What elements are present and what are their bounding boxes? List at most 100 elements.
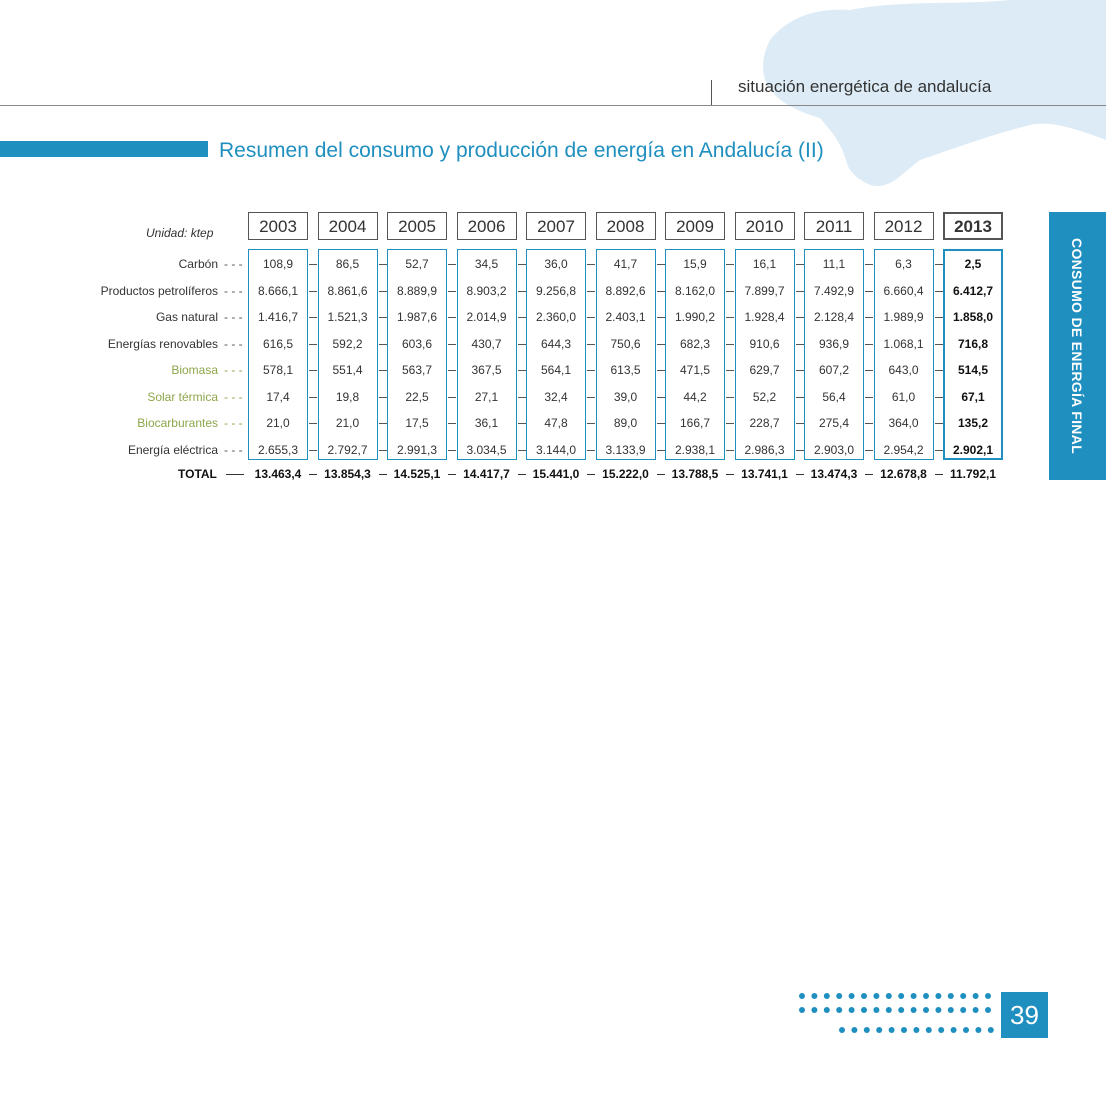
table-cell: 36,1 [474,416,499,430]
dot [851,1027,858,1033]
title-accent-bar [0,141,208,157]
row-leader: - - - [224,442,243,457]
row-connector [378,264,387,265]
table-cell: 1.990,2 [674,310,716,324]
header-separator [711,80,712,106]
total-cell: 14.417,7 [463,467,510,481]
table-cell: 1.068,1 [883,336,924,351]
row-connector [448,343,456,345]
table-cell: 603,6 [401,336,433,351]
table-cell: 551,4 [332,363,363,377]
row-connector [795,264,804,265]
row-connector [587,370,595,371]
dot [913,1027,920,1033]
table-cell: 2.991,3 [396,442,438,457]
table-cell: 1.987,6 [396,310,438,324]
table-cell: 52,2 [752,389,777,404]
dot [836,993,843,999]
row-connector [726,423,734,424]
row-leader: - - - [224,389,243,404]
row-leader: - - - [224,336,243,351]
table-cell: 7.899,7 [744,283,785,298]
dot [972,993,979,999]
row-connector [448,290,456,292]
side-tab-label: CONSUMO DE ENERGÍA FINAL [1069,238,1085,454]
row-connector [587,264,595,265]
total-cell: 14.525,1 [393,467,441,481]
table-cell: 34,5 [474,257,499,271]
dot [799,993,805,999]
dot [987,1027,994,1033]
dot [811,993,818,999]
row-connector [587,396,595,398]
row-connector [795,449,804,451]
total-cell: 15.441,0 [532,467,580,481]
row-connector [865,264,873,265]
total-cell: 13.741,1 [741,467,788,481]
header-rule [0,105,1106,106]
dot [935,1007,942,1013]
table-cell: 644,3 [540,336,572,351]
table-cell: 6.660,4 [883,283,924,298]
row-connector [309,343,317,345]
dot [985,1007,991,1013]
table-cell: 613,5 [610,363,641,377]
dot [836,1007,843,1013]
page-number: 39 [1001,992,1048,1038]
table-cell: 2.792,7 [327,442,368,457]
row-connector [587,343,595,345]
table-cell: 2.902,1 [952,442,994,457]
table-cell: 578,1 [262,363,294,377]
table-cell: 19,8 [335,389,360,404]
table-cell: 471,5 [679,363,711,377]
row-connector [517,423,526,424]
row-connector [448,449,456,451]
row-connector [378,396,387,398]
total-cell: 13.788,5 [671,467,719,481]
table-cell: 8.903,2 [466,283,507,298]
table-cell: 6.412,7 [952,283,994,298]
row-connector [795,370,804,371]
row-connector [587,423,595,424]
dot [888,1027,895,1033]
dot [898,1007,905,1013]
total-cell: 13.854,3 [324,467,371,481]
row-connector [865,317,873,318]
table-cell: 9.256,8 [535,283,577,298]
row-connector [378,317,387,318]
dot [963,1027,969,1033]
row-connector [865,370,873,371]
row-leader: - - - [224,283,243,298]
dot [861,1007,867,1013]
row-connector [309,423,317,424]
table-cell: 27,1 [474,389,499,404]
total-cell: 13.474,3 [810,467,858,481]
table-cell: 2,5 [964,257,982,271]
decorative-dots [799,993,994,1033]
row-connector [656,396,665,398]
table-cell: 629,7 [749,363,780,377]
row-connector [865,449,873,451]
table-cell: 21,0 [266,416,290,430]
andalucia-map-graphic [763,0,1106,186]
table-cell: 8.666,1 [257,283,299,298]
row-label: Productos petrolíferos [100,283,218,298]
dot [823,1007,830,1013]
dot [947,1007,954,1013]
year-header: 2012 [873,212,934,240]
table-cell: 364,0 [888,416,919,430]
dot [898,993,905,999]
row-connector [795,290,804,292]
table-cell: 166,7 [679,416,711,430]
table-cell: 32,4 [544,389,568,404]
row-connector [656,290,665,292]
year-header: 2013 [943,212,1003,240]
row-label: Biocarburantes [137,416,218,430]
dot [935,993,942,999]
table-cell: 1.858,0 [952,310,994,324]
dot [876,1027,883,1033]
table-cell: 367,5 [471,363,502,377]
row-connector [448,264,456,265]
row-connector [656,317,665,318]
row-leader: - - - [224,310,243,324]
